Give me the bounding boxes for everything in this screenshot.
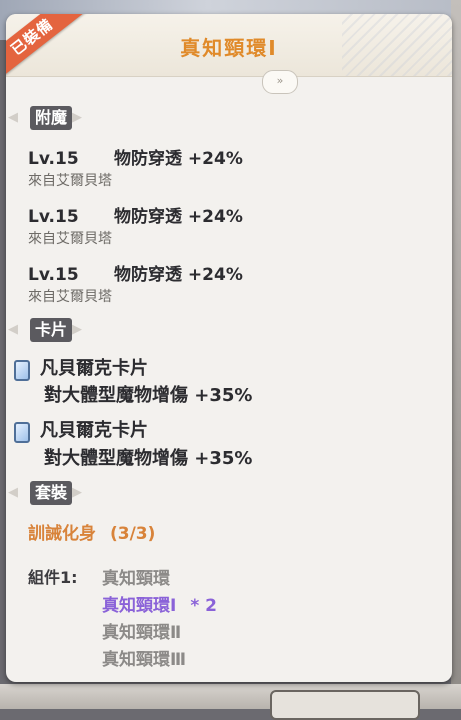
- wing-icon: ◀: [8, 485, 18, 500]
- set-component: 真知頸環: [102, 564, 170, 589]
- section-enchant-header: ◀ 附魔 ▶: [6, 104, 452, 134]
- enchant-row: Lv.15 物防穿透 +24%: [28, 260, 243, 285]
- enchant-level: Lv.15: [28, 265, 79, 285]
- enchant-stat: 物防穿透 +24%: [114, 207, 243, 227]
- set-component: 真知頸環Ⅲ: [102, 645, 186, 670]
- header-more-button[interactable]: »: [262, 70, 298, 94]
- section-set-header: ◀ 套裝 ▶: [6, 479, 452, 509]
- set-component-multiplier: * 2: [190, 596, 217, 616]
- section-card-label: 卡片: [30, 318, 73, 342]
- card-name: 凡貝爾克卡片: [40, 358, 148, 379]
- section-card-header: ◀ 卡片 ▶: [6, 316, 452, 346]
- enchant-stat: 物防穿透 +24%: [114, 149, 243, 169]
- enchant-source: 來自艾爾貝塔: [28, 173, 112, 189]
- item-title: 真知頸環Ⅰ: [180, 36, 278, 60]
- set-name: 訓誡化身: [28, 524, 96, 544]
- wing-icon: ▶: [72, 110, 82, 125]
- wing-icon: ▶: [72, 322, 82, 337]
- background-button: [270, 690, 420, 720]
- wing-icon: ◀: [8, 110, 18, 125]
- background-right-edge: [451, 0, 461, 709]
- set-components-prefix: 組件1:: [28, 568, 78, 587]
- enchant-source: 來自艾爾貝塔: [28, 289, 112, 305]
- card-slot-icon: [14, 360, 30, 381]
- set-component-name: 真知頸環Ⅲ: [102, 650, 187, 670]
- set-component-active: 真知頸環Ⅰ * 2: [102, 591, 217, 616]
- wing-icon: ◀: [8, 322, 18, 337]
- set-component-name: 真知頸環Ⅰ: [102, 596, 177, 616]
- set-component: 真知頸環Ⅱ: [102, 618, 181, 643]
- section-set-label: 套裝: [30, 481, 73, 505]
- card-effect: 對大體型魔物增傷 +35%: [44, 385, 253, 406]
- enchant-row: Lv.15 物防穿透 +24%: [28, 144, 243, 169]
- enchant-level: Lv.15: [28, 207, 79, 227]
- enchant-source: 來自艾爾貝塔: [28, 231, 112, 247]
- set-component-name: 真知頸環Ⅱ: [102, 623, 182, 643]
- card-name: 凡貝爾克卡片: [40, 420, 148, 441]
- enchant-row: Lv.15 物防穿透 +24%: [28, 202, 243, 227]
- set-name-row: 訓誡化身 (3/3): [28, 519, 155, 544]
- card-slot-icon: [14, 422, 30, 443]
- card-effect: 對大體型魔物增傷 +35%: [44, 448, 253, 469]
- wing-icon: ▶: [72, 485, 82, 500]
- section-enchant-label: 附魔: [30, 106, 73, 130]
- enchant-stat: 物防穿透 +24%: [114, 265, 243, 285]
- enchant-level: Lv.15: [28, 149, 79, 169]
- header-subline: [36, 74, 366, 88]
- set-component-name: 真知頸環: [102, 569, 170, 589]
- set-count: (3/3): [110, 524, 156, 544]
- item-tooltip-panel: 真知頸環Ⅰ 已裝備 » ◀ 附魔 ▶ Lv.15 物防穿透 +24% 來自艾爾貝塔…: [6, 14, 452, 682]
- tooltip-header: 真知頸環Ⅰ: [6, 14, 452, 77]
